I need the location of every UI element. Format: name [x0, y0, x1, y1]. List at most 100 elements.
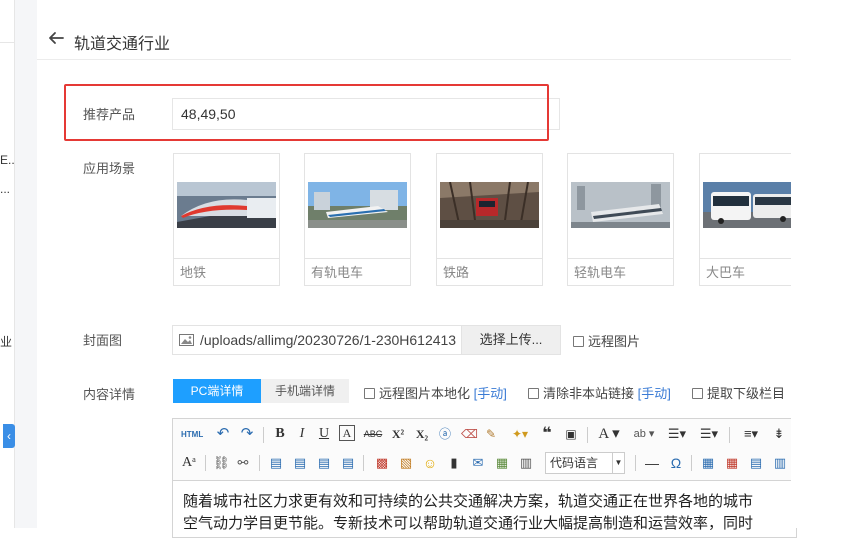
font-style-icon[interactable]: Aᵃ: [181, 454, 197, 472]
italic-icon[interactable]: I: [295, 425, 309, 443]
line-height-icon[interactable]: ≡▾: [737, 425, 765, 443]
back-arrow-icon[interactable]: [46, 28, 66, 48]
bold-icon[interactable]: B: [273, 425, 287, 443]
eraser-icon[interactable]: ⌫: [461, 425, 478, 443]
redo-icon[interactable]: ↷: [239, 425, 255, 443]
cover-path-text: /uploads/allimg/20230726/1-230H612413: [200, 332, 457, 348]
insert-code-icon[interactable]: ▥: [517, 454, 535, 472]
multi-image-icon[interactable]: ▧: [397, 454, 415, 472]
subway-photo-icon: [177, 182, 276, 228]
blockquote-icon[interactable]: ❝: [539, 425, 555, 443]
scene-caption: 地铁: [174, 258, 279, 286]
toolbar-separator: [263, 427, 264, 443]
emoticon-icon[interactable]: ☺: [421, 454, 439, 472]
link-icon[interactable]: ⛓: [213, 454, 230, 472]
ordered-list-icon[interactable]: ☰▾: [663, 425, 691, 443]
remote-image-checkbox[interactable]: [573, 336, 584, 347]
scene-caption: 轻轨电车: [568, 258, 673, 286]
sidebar-fragment-2: ...: [0, 182, 11, 196]
scene-card-railway[interactable]: 铁路: [436, 153, 543, 286]
sidebar-edge: E... ... 业: [0, 0, 18, 528]
superscript-icon[interactable]: X²: [389, 425, 407, 443]
edit-panel: 轨道交通行业 推荐产品 48,49,50 应用场景 地铁 有轨电车 铁路 轻轨电…: [37, 0, 851, 538]
undo-icon[interactable]: ↶: [215, 425, 231, 443]
highlight-color-icon[interactable]: ab ▾: [629, 425, 659, 443]
fetch-lower-checkbox[interactable]: [692, 388, 703, 399]
align-right-icon[interactable]: ▤: [315, 454, 333, 472]
content-line: 空气动力学目更节能。专新技术可以帮助轨道交通行业大幅提高制造和运营效率，同时: [183, 515, 754, 532]
table-column-icon[interactable]: ▥: [771, 454, 789, 472]
clear-links-checkbox[interactable]: [528, 388, 539, 399]
localize-checkbox[interactable]: [364, 388, 375, 399]
content-line: 随着城市社区力求更有效和可持续的公共交通解决方案，轨道交通正在世界各地的城市: [183, 493, 754, 510]
scene-card-tram[interactable]: 有轨电车: [304, 153, 411, 286]
chevron-left-icon: ‹: [7, 429, 11, 443]
insert-table-icon[interactable]: ▦: [699, 454, 717, 472]
unordered-list-icon[interactable]: ☰▾: [695, 425, 723, 443]
delete-table-icon[interactable]: ▦: [723, 454, 741, 472]
align-justify-icon[interactable]: ▤: [339, 454, 357, 472]
tab-pc-detail[interactable]: PC端详情: [173, 379, 261, 403]
localize-label: 远程图片本地化: [379, 386, 471, 401]
toolbar-separator: [205, 455, 206, 471]
rich-text-editor[interactable]: HTML ↶ ↷ B I U A ABC X² X₂ ⓐ ⌫ ✎ ✦▾ ❝ ▣ …: [172, 418, 797, 538]
sidebar-divider: [0, 42, 14, 43]
panel-header: 轨道交通行业: [37, 0, 791, 60]
scene-card-subway[interactable]: 地铁: [173, 153, 280, 286]
fetch-lower-label: 提取下级栏目: [707, 386, 786, 401]
scene-caption: 铁路: [437, 258, 542, 286]
video-icon[interactable]: ▮: [445, 454, 463, 472]
unlink-icon[interactable]: ⚯: [235, 454, 251, 472]
subscript-icon[interactable]: X₂: [413, 425, 431, 443]
toolbar-separator: [691, 455, 692, 471]
tab-mobile-detail[interactable]: 手机端详情: [261, 379, 349, 403]
editor-content[interactable]: 随着城市社区力求更有效和可持续的公共交通解决方案，轨道交通正在世界各地的城市 空…: [183, 491, 796, 535]
special-char-icon[interactable]: Ω: [667, 454, 685, 472]
font-border-icon[interactable]: A: [339, 425, 355, 441]
scene-card-bus[interactable]: 大巴车: [699, 153, 806, 286]
localize-option[interactable]: 远程图片本地化 [手动]: [364, 383, 507, 402]
tram-photo-icon: [308, 182, 407, 228]
light-rail-photo-icon: [571, 182, 670, 228]
clear-links-label: 清除非本站链接: [543, 386, 635, 401]
right-edge: [791, 0, 851, 528]
scene-card-light-rail[interactable]: 轻轨电车: [567, 153, 674, 286]
attachment-icon[interactable]: ✉: [469, 454, 487, 472]
fetch-lower-option[interactable]: 提取下级栏目: [692, 383, 785, 402]
scene-caption: 大巴车: [700, 258, 805, 286]
align-center-icon[interactable]: ▤: [291, 454, 309, 472]
sidebar-collapse-button[interactable]: ‹: [3, 424, 15, 448]
clear-links-manual-link[interactable]: [手动]: [638, 386, 671, 401]
scene-caption: 有轨电车: [305, 258, 410, 286]
horizontal-rule-icon[interactable]: —: [643, 454, 661, 472]
paragraph-spacing-icon[interactable]: ⇟: [771, 425, 787, 443]
cover-label: 封面图: [83, 333, 123, 348]
align-left-icon[interactable]: ▤: [267, 454, 285, 472]
format-brush-icon[interactable]: ✎: [483, 425, 499, 443]
chevron-down-icon: ▼: [612, 453, 624, 473]
editor-toolbar: HTML ↶ ↷ B I U A ABC X² X₂ ⓐ ⌫ ✎ ✦▾ ❝ ▣ …: [173, 419, 796, 481]
image-icon: [179, 334, 194, 346]
font-color-icon[interactable]: A ▾: [595, 425, 623, 443]
magic-wand-icon[interactable]: ✦▾: [507, 425, 533, 443]
clear-links-option[interactable]: 清除非本站链接 [手动]: [528, 383, 671, 402]
code-language-select[interactable]: 代码语言 ▼: [545, 452, 625, 474]
remote-image-option[interactable]: 远程图片: [573, 331, 640, 350]
underline-icon[interactable]: U: [317, 425, 331, 443]
paste-plain-icon[interactable]: ▣: [563, 425, 579, 443]
cover-path-input[interactable]: /uploads/allimg/20230726/1-230H612413: [172, 325, 462, 355]
html-source-icon[interactable]: HTML: [181, 426, 203, 444]
localize-manual-link[interactable]: [手动]: [474, 386, 507, 401]
upload-button[interactable]: 选择上传...: [461, 325, 561, 355]
railway-photo-icon: [440, 182, 539, 228]
content-gap: [15, 0, 37, 528]
toolbar-separator: [363, 455, 364, 471]
strikethrough-icon[interactable]: ABC: [363, 425, 383, 443]
table-row-icon[interactable]: ▤: [747, 454, 765, 472]
toolbar-separator: [635, 455, 636, 471]
bus-photo-icon: [703, 182, 802, 228]
insert-image-icon[interactable]: ▩: [373, 454, 391, 472]
toolbar-separator: [587, 427, 588, 443]
auto-format-icon[interactable]: ⓐ: [437, 425, 453, 443]
map-icon[interactable]: ▦: [493, 454, 511, 472]
